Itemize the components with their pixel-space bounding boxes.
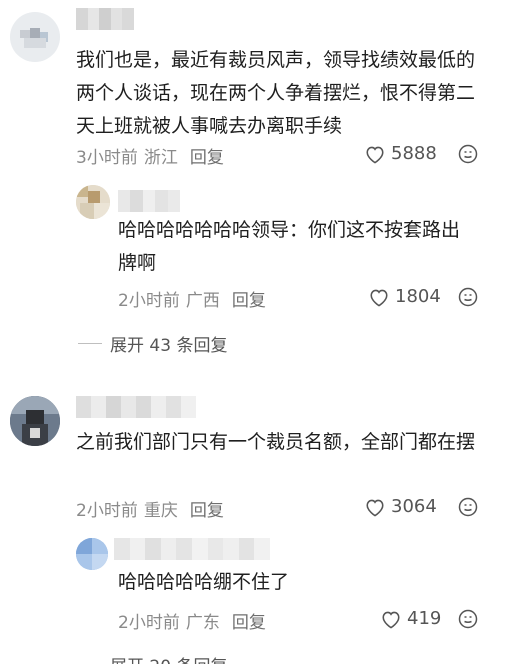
username-blurred[interactable] [76, 8, 134, 30]
like-button[interactable]: 3064 [364, 496, 437, 517]
smiley-icon[interactable] [458, 287, 478, 311]
like-button[interactable]: 5888 [364, 143, 437, 164]
divider-line [78, 343, 102, 344]
reply-button[interactable]: 回复 [190, 496, 224, 521]
expand-replies-label: 展开 20 条回复 [110, 652, 227, 664]
reply-location: 广西 [185, 291, 220, 311]
reply-time: 2小时前 [118, 291, 180, 311]
comment-text: 我们也是，最近有裁员风声，领导找绩效最低的 两个人谈话，现在两个人争着摆烂，恨不… [76, 49, 476, 137]
expand-replies-label: 展开 43 条回复 [110, 336, 228, 356]
like-button[interactable]: 419 [380, 608, 441, 629]
like-button[interactable]: 1804 [368, 286, 441, 307]
like-count: 419 [407, 608, 442, 629]
avatar[interactable] [10, 12, 60, 62]
heart-outline-icon [382, 611, 400, 629]
heart-outline-icon [366, 146, 384, 164]
reply-meta: 2小时前 广西 回复 [118, 286, 266, 311]
reply-avatar[interactable] [76, 538, 108, 570]
avatar[interactable] [10, 396, 60, 446]
reply-avatar[interactable] [76, 185, 110, 219]
reply-location: 广东 [185, 613, 220, 633]
reply-text: 哈哈哈哈哈绷不住了 [118, 571, 290, 593]
like-count: 1804 [395, 286, 441, 307]
heart-outline-icon [366, 499, 384, 517]
reply-meta: 2小时前 广东 回复 [118, 608, 266, 633]
like-count: 5888 [391, 143, 437, 164]
comment-time: 2小时前 [76, 501, 138, 521]
smiley-icon[interactable] [458, 144, 478, 168]
comment-meta: 2小时前 重庆 回复 [76, 496, 224, 521]
expand-replies-button[interactable]: 展开 43 条回复 [78, 331, 227, 356]
reply-button[interactable]: 回复 [232, 608, 266, 633]
reply-button[interactable]: 回复 [232, 286, 266, 311]
comment-meta: 3小时前 浙江 回复 [76, 143, 224, 168]
comment-location: 浙江 [143, 148, 178, 168]
reply-button[interactable]: 回复 [190, 143, 224, 168]
comment-text: 之前我们部门只有一个裁员名额，全部门都在摆 [76, 431, 476, 453]
heart-outline-icon [370, 289, 388, 307]
smiley-icon[interactable] [458, 609, 478, 633]
reply-username-blurred[interactable] [114, 538, 270, 560]
comment-2: 之前我们部门只有一个裁员名额，全部门都在摆 2小时前 重庆 回复 3064 哈哈… [0, 388, 522, 664]
reply-username-blurred[interactable] [118, 190, 180, 212]
comment-time: 3小时前 [76, 148, 138, 168]
comment-location: 重庆 [143, 501, 178, 521]
username-blurred[interactable] [76, 396, 196, 418]
expand-replies-button[interactable]: 展开 20 条回复 [78, 652, 227, 664]
smiley-icon[interactable] [458, 497, 478, 521]
comment-1: 我们也是，最近有裁员风声，领导找绩效最低的 两个人谈话，现在两个人争着摆烂，恨不… [0, 0, 522, 356]
reply-time: 2小时前 [118, 613, 180, 633]
like-count: 3064 [391, 496, 437, 517]
reply-text: 哈哈哈哈哈哈哈领导：你们这不按套路出 牌啊 [118, 219, 461, 274]
